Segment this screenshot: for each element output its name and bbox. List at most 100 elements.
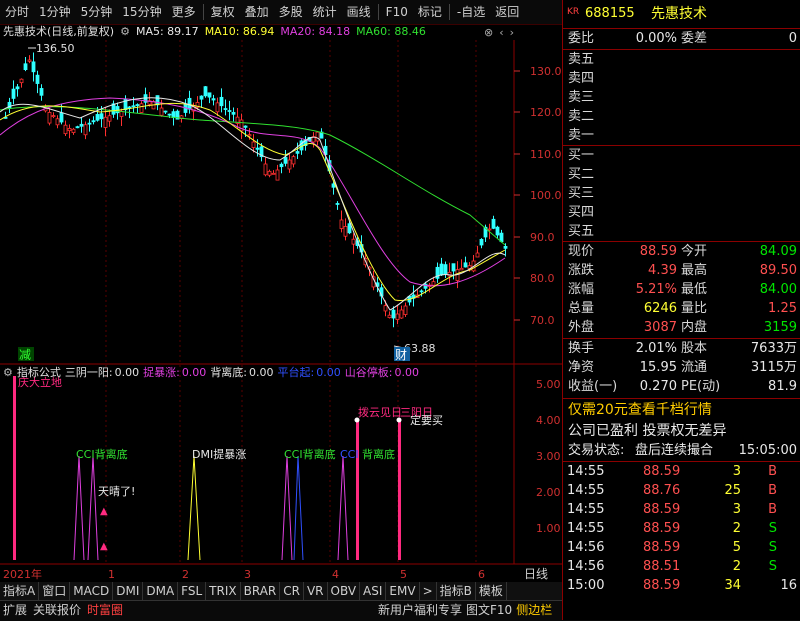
toolbar-item-3[interactable]: 15分钟 <box>117 0 166 24</box>
buy-level-1[interactable]: 买一 <box>563 147 800 165</box>
stat-row-1: 涨跌 4.39 最高 89.50 <box>563 262 800 280</box>
tab-3[interactable]: DMI <box>113 582 144 600</box>
candle-body <box>383 305 388 312</box>
toolbar-item-6[interactable]: 叠加 <box>240 0 274 24</box>
indicator-axis: 5.00 4.00 3.00 2.00 1.00 <box>536 378 561 535</box>
chevron-left-icon[interactable]: ‹ <box>499 26 503 39</box>
tab-14[interactable]: 指标B <box>437 582 476 600</box>
indicator-item-2: 背离底: 0.00 <box>210 366 273 380</box>
sell-level-label: 卖二 <box>568 109 595 124</box>
toolbar-item-1[interactable]: 1分钟 <box>34 0 76 24</box>
buy-level-4[interactable]: 买四 <box>563 204 800 222</box>
tick-time: 14:56 <box>567 540 605 555</box>
tick-side: B <box>768 483 777 498</box>
toolbar-item-7[interactable]: 多股 <box>274 0 308 24</box>
sell-level-4[interactable]: 卖四 <box>563 70 800 88</box>
toolbar-item-2[interactable]: 5分钟 <box>76 0 118 24</box>
statusbar-left-1[interactable]: 关联报价 <box>33 601 81 620</box>
toolbar-item-9[interactable]: 画线 <box>342 0 376 24</box>
candle-body <box>499 232 504 243</box>
candle-body <box>255 147 260 150</box>
candle-body <box>91 120 96 123</box>
tab-11[interactable]: ASI <box>360 582 387 600</box>
tab-6[interactable]: TRIX <box>206 582 241 600</box>
tab-12[interactable]: EMV <box>386 582 420 600</box>
statusbar-left-0[interactable]: 扩展 <box>3 601 27 620</box>
sell-level-3[interactable]: 卖三 <box>563 89 800 107</box>
sell-level-2[interactable]: 卖二 <box>563 108 800 126</box>
candle-body <box>271 172 276 175</box>
tab-15[interactable]: 模板 <box>476 582 507 600</box>
toolbar-item-0[interactable]: 分时 <box>0 0 34 24</box>
sell-level-1[interactable]: 卖一 <box>563 127 800 145</box>
tick-time: 14:55 <box>567 464 605 479</box>
tick-row: 14:56 88.51 2 S <box>563 558 800 576</box>
statusbar-right-0[interactable]: 新用户福利专享 <box>378 601 462 620</box>
buy-level-5[interactable]: 买五 <box>563 223 800 241</box>
stat-label: 换手 <box>568 341 595 356</box>
stat-label: 净资 <box>568 360 595 375</box>
candle-body <box>219 96 224 107</box>
tab-2[interactable]: MACD <box>70 582 114 600</box>
kline-chart[interactable]: 130.0 120.0 110.0 100.0 90.0 80.0 70.0 1… <box>0 40 562 582</box>
toolbar-item-10[interactable]: F10 <box>381 0 413 24</box>
tab-1[interactable]: 窗口 <box>39 582 71 600</box>
stat-label: 今开 <box>681 244 708 259</box>
signal-bar-pink-3 <box>398 420 401 560</box>
tick-price: 88.59 <box>643 578 681 593</box>
candle-body <box>199 95 204 100</box>
indicator-name[interactable]: 指标公式 <box>17 366 61 380</box>
tab-7[interactable]: BRAR <box>241 582 281 600</box>
toolbar-item-4[interactable]: 更多 <box>167 0 201 24</box>
tick-time: 14:55 <box>567 502 605 517</box>
ma10-label: MA10: 86.94 <box>204 25 275 38</box>
signal-bar-pink-2 <box>356 420 359 560</box>
toolbar-item-8[interactable]: 统计 <box>308 0 342 24</box>
close-circle-icon[interactable]: ⊗ <box>484 26 493 39</box>
candle-body <box>75 126 80 129</box>
candle-body <box>55 118 60 126</box>
buy-level-3[interactable]: 买三 <box>563 185 800 203</box>
tick-side: B <box>768 502 777 517</box>
tick-row: 15:00 88.59 34 16 <box>563 577 800 595</box>
statusbar-right-2[interactable]: 侧边栏 <box>516 601 552 620</box>
settings-icon[interactable]: ⚙ <box>120 24 130 40</box>
stat2-row-1: 净资 15.95 流通 3115万 <box>563 359 800 377</box>
toolbar-item-12[interactable]: -自选 <box>452 0 490 24</box>
tab-13[interactable]: > <box>420 582 437 600</box>
candle-body <box>343 225 348 237</box>
chevron-right-icon[interactable]: › <box>510 26 514 39</box>
toolbar-item-11[interactable]: 标记 <box>413 0 447 24</box>
sell-level-5[interactable]: 卖五 <box>563 51 800 69</box>
weicha-value: 0 <box>788 31 797 46</box>
promo-text[interactable]: 仅需20元查看千档行情 <box>568 400 712 420</box>
candle-body <box>443 264 448 275</box>
tab-8[interactable]: CR <box>280 582 304 600</box>
statusbar-left-2[interactable]: 时富圈 <box>87 601 123 620</box>
stat-label: 内盘 <box>681 320 708 335</box>
tab-0[interactable]: 指标A <box>0 582 40 600</box>
price-tick-110: 110.0 <box>530 148 562 161</box>
tab-4[interactable]: DMA <box>143 582 179 600</box>
time-axis-period: 日线 <box>524 567 548 581</box>
tab-9[interactable]: VR <box>304 582 328 600</box>
settings-icon[interactable]: ⚙ <box>3 366 13 380</box>
indicator-item-label: 山谷停板: <box>344 366 393 379</box>
tab-10[interactable]: OBV <box>328 582 361 600</box>
ma5-label: MA5: 89.17 <box>135 25 199 38</box>
candle-body <box>351 238 356 245</box>
price-axis-marks <box>514 70 520 321</box>
tick-time: 14:55 <box>567 483 605 498</box>
stat-label: 现价 <box>568 244 595 259</box>
candle-body <box>131 105 136 108</box>
indicator-item-3: 平台起: 0.00 <box>278 366 341 380</box>
toolbar-item-13[interactable]: 返回 <box>490 0 524 24</box>
ma20-label: MA20: 84.18 <box>280 25 351 38</box>
candle-body <box>387 314 392 319</box>
tab-5[interactable]: FSL <box>178 582 207 600</box>
stat-value: 81.9 <box>768 379 797 394</box>
toolbar-item-5[interactable]: 复权 <box>206 0 240 24</box>
buy-level-2[interactable]: 买二 <box>563 166 800 184</box>
statusbar-right-1[interactable]: 图文F10 <box>466 601 512 620</box>
promo-row[interactable]: 仅需20元查看千档行情 <box>563 400 800 420</box>
